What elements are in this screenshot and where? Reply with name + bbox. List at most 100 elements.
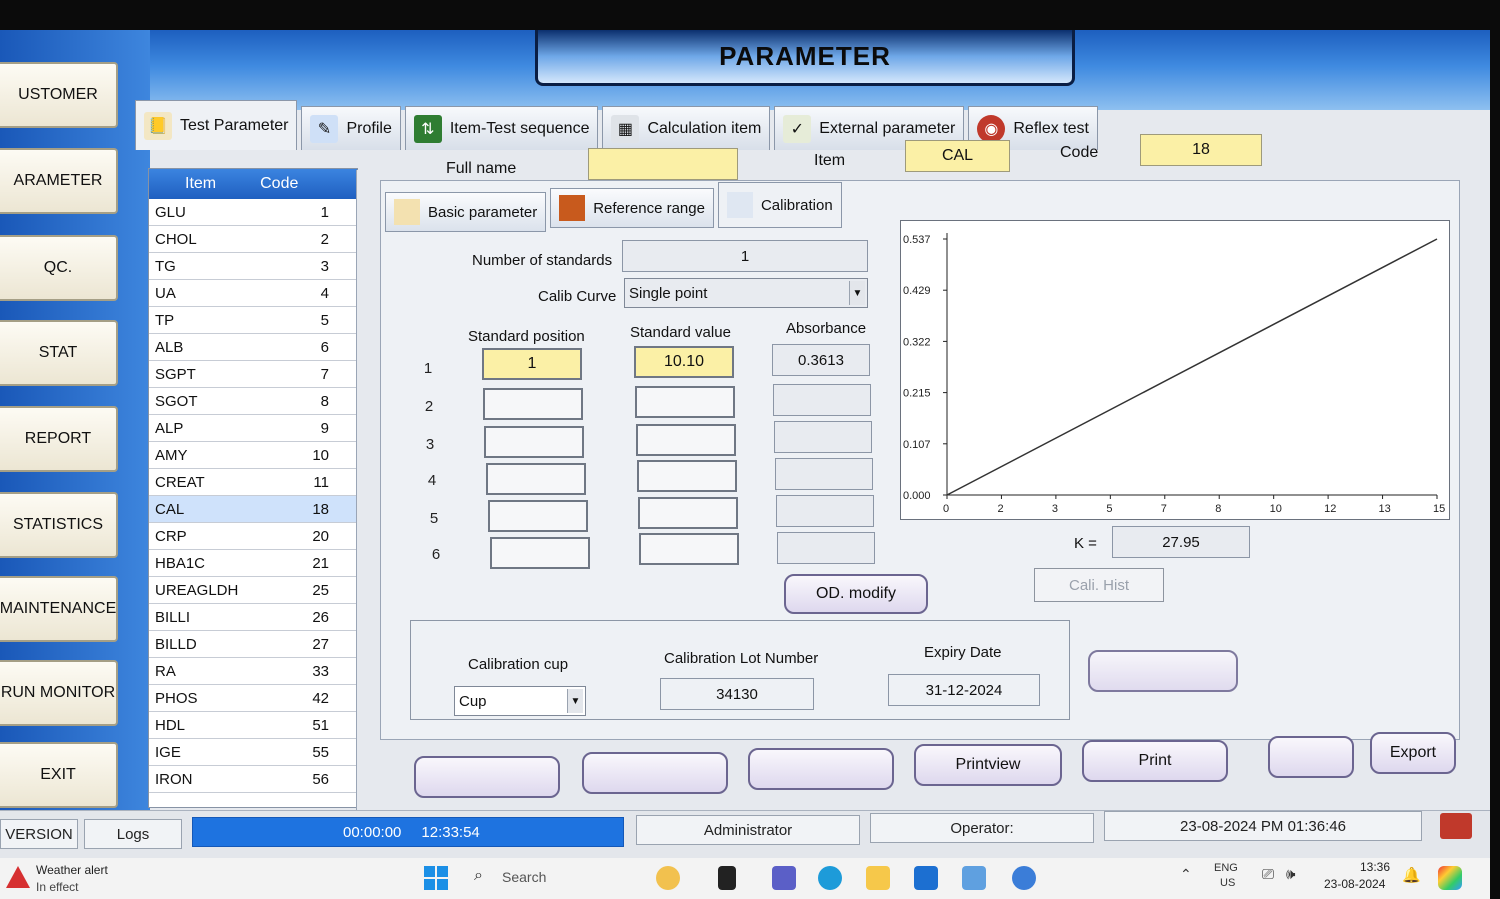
subtab-basic-parameter[interactable]: Basic parameter <box>385 192 547 232</box>
menu-exit[interactable]: EXIT <box>0 742 118 808</box>
menu-run-monitor[interactable]: RUN MONITOR <box>0 660 118 726</box>
std-value-4[interactable] <box>637 460 737 492</box>
table-row[interactable]: BILLD 27 <box>149 631 357 658</box>
table-row[interactable]: HDL 51 <box>149 712 357 739</box>
std-value-6[interactable] <box>639 533 739 565</box>
menu-maintenance[interactable]: MAINTENANCE <box>0 576 118 642</box>
windows-start-icon[interactable] <box>424 866 448 890</box>
table-row[interactable]: CREAT 11 <box>149 469 357 496</box>
subtab-calibration[interactable]: Calibration <box>717 182 842 228</box>
weather-alert-title[interactable]: Weather alert <box>36 863 108 877</box>
task-view-icon[interactable] <box>718 866 736 890</box>
menu-qc[interactable]: QC. <box>0 235 118 301</box>
search-icon[interactable]: ⌕ <box>474 867 483 885</box>
table-row[interactable]: GLU 1 <box>149 199 357 226</box>
menu-statistics[interactable]: STATISTICS <box>0 492 118 558</box>
tab-item-test-sequence[interactable]: ⇅ Item-Test sequence <box>404 106 599 150</box>
version-label[interactable]: VERSION <box>0 819 78 849</box>
table-row[interactable]: IRON 56 <box>149 766 357 793</box>
table-row[interactable]: IGE 55 <box>149 739 357 766</box>
taskbar-search[interactable]: Search <box>502 869 546 885</box>
teams-icon[interactable] <box>772 866 796 890</box>
print-button[interactable]: Print <box>1082 740 1228 782</box>
od-modify-button[interactable]: OD. modify <box>784 574 928 614</box>
std-position-2[interactable] <box>483 388 583 420</box>
bottom-button-2[interactable] <box>582 752 728 794</box>
calib-curve-select[interactable]: Single point ▼ <box>624 278 868 308</box>
table-row[interactable]: AMY 10 <box>149 442 357 469</box>
blank-action-button[interactable] <box>1088 650 1238 692</box>
bottom-button-1[interactable] <box>414 756 560 798</box>
notification-icon[interactable]: 🔔 <box>1402 866 1421 884</box>
table-row[interactable]: ALB 6 <box>149 334 357 361</box>
bottom-button-blank[interactable] <box>1268 736 1354 778</box>
std-position-4[interactable] <box>486 463 586 495</box>
table-row[interactable]: RA 33 <box>149 658 357 685</box>
table-row[interactable]: BILLI 26 <box>149 604 357 631</box>
table-row[interactable]: SGPT 7 <box>149 361 357 388</box>
std-value-2[interactable] <box>635 386 735 418</box>
std-position-3[interactable] <box>484 426 584 458</box>
menu-customer[interactable]: USTOMER <box>0 62 118 128</box>
expiry-field[interactable]: 31-12-2024 <box>888 674 1040 706</box>
export-button[interactable]: Export <box>1370 732 1456 774</box>
item-name: RA <box>155 662 176 680</box>
num-standards-field[interactable]: 1 <box>622 240 868 272</box>
outlook-icon[interactable] <box>914 866 938 890</box>
volume-icon[interactable]: 🕪 <box>1286 866 1295 883</box>
lang-code[interactable]: ENG <box>1214 862 1238 874</box>
std-position-1[interactable]: 1 <box>482 348 582 380</box>
full-name-field[interactable] <box>588 148 738 180</box>
chevron-up-icon[interactable]: ⌃ <box>1180 866 1192 883</box>
cal-lot-field[interactable]: 34130 <box>660 678 814 710</box>
cali-hist-button[interactable]: Cali. Hist <box>1034 568 1164 602</box>
menu-stat[interactable]: STAT <box>0 320 118 386</box>
code-field[interactable]: 18 <box>1140 134 1262 166</box>
analyzer-app-icon[interactable] <box>1012 866 1036 890</box>
item-code: 25 <box>312 581 329 599</box>
item-code: 21 <box>312 554 329 572</box>
monitor-app-icon[interactable] <box>962 866 986 890</box>
table-row[interactable]: UREAGLDH 25 <box>149 577 357 604</box>
std-position-5[interactable] <box>488 500 588 532</box>
printview-button[interactable]: Printview <box>914 744 1062 786</box>
taskbar: Weather alert In effect ⌕ Search ⌃ ENG U… <box>0 858 1490 899</box>
std-value-1[interactable]: 10.10 <box>634 346 734 378</box>
logs-button[interactable]: Logs <box>84 819 182 849</box>
item-name: CRP <box>155 527 187 545</box>
table-row[interactable]: SGOT 8 <box>149 388 357 415</box>
table-row[interactable]: CRP 20 <box>149 523 357 550</box>
y-tick-label: 0.429 <box>903 285 931 297</box>
menu-report[interactable]: REPORT <box>0 406 118 472</box>
bottom-button-3[interactable] <box>748 748 894 790</box>
std-value-5[interactable] <box>638 497 738 529</box>
full-name-label: Full name <box>446 160 517 177</box>
table-row[interactable]: TG 3 <box>149 253 357 280</box>
table-row[interactable]: CHOL 2 <box>149 226 357 253</box>
edge-icon[interactable] <box>818 866 842 890</box>
copilot-icon[interactable] <box>1438 866 1462 890</box>
table-row[interactable]: CAL 18 <box>149 496 357 523</box>
item-code: 26 <box>312 608 329 626</box>
std-value-3[interactable] <box>636 424 736 456</box>
x-tick-label: 8 <box>1215 503 1221 515</box>
file-explorer-icon[interactable] <box>866 866 890 890</box>
network-icon[interactable]: ⎚ <box>1262 866 1274 883</box>
cal-cup-select[interactable]: Cup ▼ <box>454 686 586 716</box>
clock-time[interactable]: 13:36 <box>1360 860 1390 874</box>
table-row[interactable]: ALP 9 <box>149 415 357 442</box>
tab-calculation-item[interactable]: ▦ Calculation item <box>602 106 771 150</box>
tab-profile[interactable]: ✎ Profile <box>301 106 401 150</box>
item-field[interactable]: CAL <box>905 140 1010 172</box>
table-row[interactable]: TP 5 <box>149 307 357 334</box>
menu-parameter[interactable]: ARAMETER <box>0 148 118 214</box>
subtab-reference-range[interactable]: Reference range <box>550 188 714 228</box>
item-code: 51 <box>312 716 329 734</box>
table-row[interactable]: PHOS 42 <box>149 685 357 712</box>
widgets-icon[interactable] <box>656 866 680 890</box>
table-row[interactable]: HBA1C 21 <box>149 550 357 577</box>
tab-test-parameter[interactable]: 📒 Test Parameter <box>135 100 298 150</box>
std-position-6[interactable] <box>490 537 590 569</box>
table-row[interactable]: UA 4 <box>149 280 357 307</box>
item-name: IRON <box>155 770 193 788</box>
